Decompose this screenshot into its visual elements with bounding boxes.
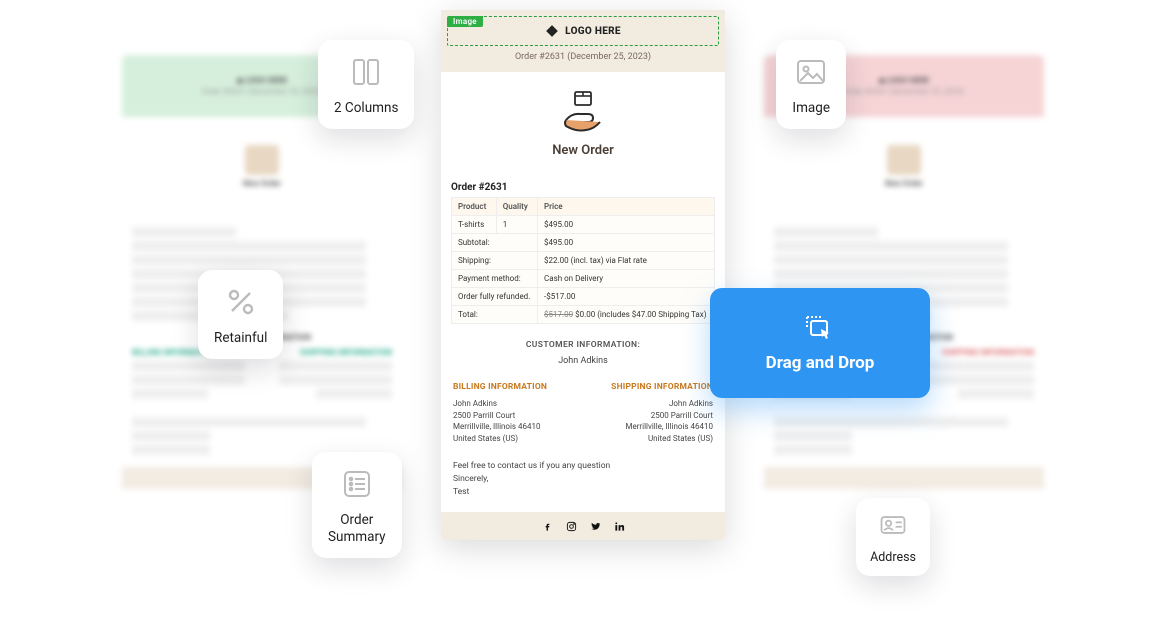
customer-info-label: CUSTOMER INFORMATION: — [441, 340, 725, 350]
facebook-icon[interactable] — [541, 520, 553, 532]
image-icon — [793, 54, 829, 90]
table-row: T-shirts 1 $495.00 — [452, 216, 715, 234]
component-image[interactable]: Image — [776, 40, 846, 129]
component-order-summary[interactable]: Order Summary — [312, 452, 402, 558]
hero-title: New Order — [441, 143, 725, 158]
selected-block-tag: Image — [447, 16, 483, 27]
order-table: Product Quality Price T-shirts 1 $495.00… — [451, 197, 715, 324]
social-block[interactable] — [441, 512, 725, 540]
table-row: Payment method:Cash on Delivery — [452, 270, 715, 288]
table-header-row: Product Quality Price — [452, 198, 715, 216]
logo-icon — [545, 24, 559, 38]
email-header: Image LOGO HERE Order #2631 (December 25… — [441, 10, 725, 72]
drag-drop-label: Drag and Drop — [766, 353, 875, 373]
instagram-icon[interactable] — [565, 520, 577, 532]
table-total-row: Total: $517.00 $0.00 (includes $47.00 Sh… — [452, 306, 715, 324]
email-preview-card: Image LOGO HERE Order #2631 (December 25… — [441, 10, 725, 540]
list-icon — [339, 466, 375, 502]
table-row: Order fully refunded.-$517.00 — [452, 288, 715, 306]
two-columns-icon — [348, 54, 384, 90]
drag-drop-icon — [803, 313, 837, 343]
table-row: Subtotal:$495.00 — [452, 234, 715, 252]
component-2-columns[interactable]: 2 Columns — [318, 40, 414, 129]
order-subtitle: Order #2631 (December 25, 2023) — [447, 52, 719, 62]
customer-name: John Adkins — [441, 356, 725, 366]
component-retainful[interactable]: Retainful — [198, 270, 283, 359]
logo-image-block[interactable]: Image LOGO HERE — [447, 16, 719, 46]
twitter-icon[interactable] — [589, 520, 601, 532]
shipping-title: SHIPPING INFORMATION — [587, 382, 713, 392]
order-summary-label: Order Summary — [328, 512, 386, 546]
package-hand-icon — [560, 90, 606, 135]
drag-and-drop-banner[interactable]: Drag and Drop — [710, 288, 930, 398]
address-card-icon — [878, 510, 908, 540]
logo-text: LOGO HERE — [565, 26, 621, 37]
table-row: Shipping:$22.00 (incl. tax) via Flat rat… — [452, 252, 715, 270]
address-block[interactable]: BILLING INFORMATION John Adkins 2500 Par… — [441, 376, 725, 452]
linkedin-icon[interactable] — [613, 520, 625, 532]
component-address[interactable]: Address — [856, 498, 930, 576]
hero-block[interactable]: New Order — [441, 72, 725, 174]
billing-title: BILLING INFORMATION — [453, 382, 579, 392]
shipping-col: SHIPPING INFORMATION John Adkins 2500 Pa… — [587, 382, 713, 444]
billing-col: BILLING INFORMATION John Adkins 2500 Par… — [453, 382, 579, 444]
percent-icon — [223, 284, 259, 320]
customer-info-block[interactable]: CUSTOMER INFORMATION: John Adkins — [441, 326, 725, 376]
order-heading: Order #2631 — [451, 182, 715, 193]
footer-note-block[interactable]: Feel free to contact us if you any quest… — [441, 452, 725, 512]
order-summary-block[interactable]: Order #2631 Product Quality Price T-shir… — [441, 174, 725, 326]
